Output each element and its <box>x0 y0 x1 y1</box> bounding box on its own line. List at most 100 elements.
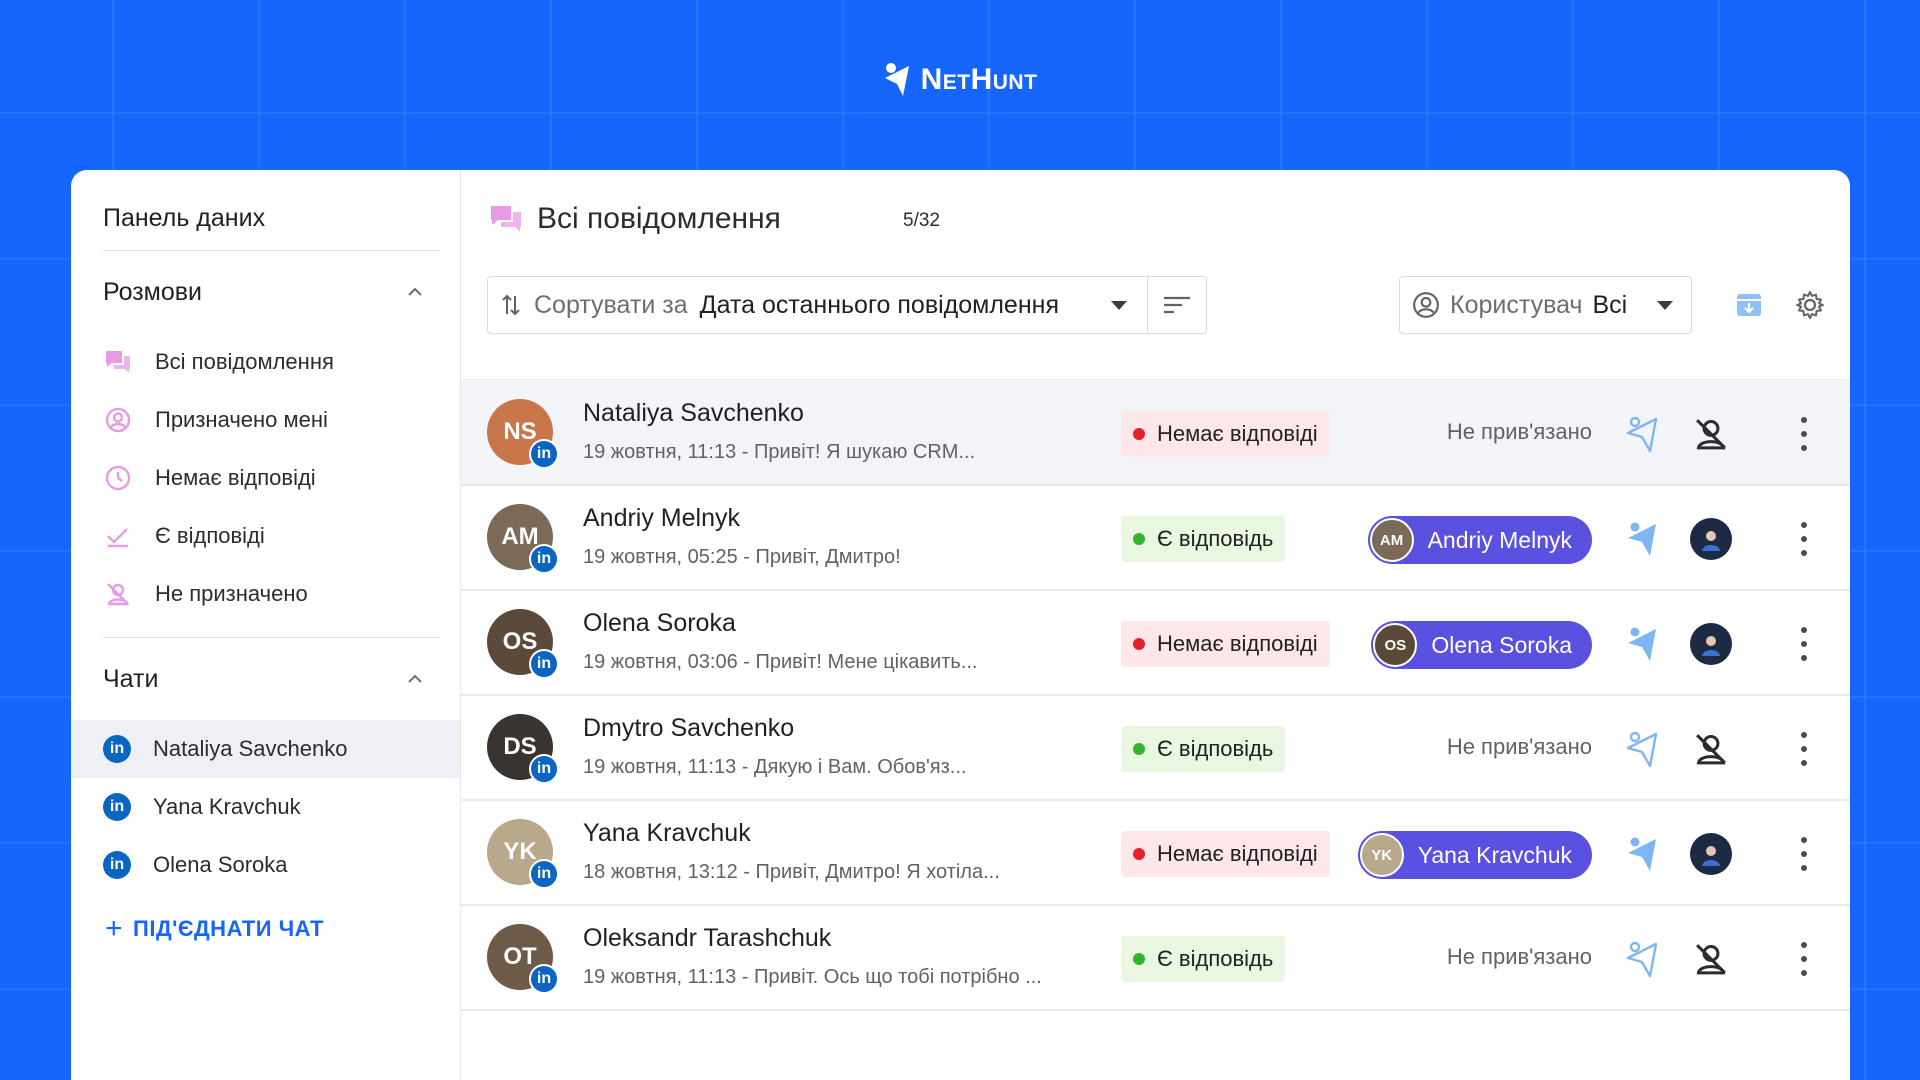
sidebar-chat-yana-kravchuk[interactable]: in Yana Kravchuk <box>71 778 460 836</box>
status-label: Є відповідь <box>1157 736 1274 761</box>
settings-button[interactable] <box>1793 288 1827 322</box>
more-options-icon[interactable] <box>1798 417 1810 451</box>
message-preview: 18 жовтня, 13:12 - Привіт, Дмитро! Я хот… <box>583 861 1000 883</box>
contact-name: Nataliya Savchenko <box>583 399 804 427</box>
person-icon <box>1702 636 1720 656</box>
user-off-icon <box>1696 944 1726 975</box>
chats-section-header[interactable]: Чати <box>71 638 460 720</box>
linkedin-icon: in <box>103 793 131 821</box>
linked-contact-pill[interactable]: AM Andriy Melnyk <box>1367 516 1592 564</box>
archive-download-icon <box>1737 294 1761 316</box>
pill-label: Olena Soroka <box>1431 631 1572 658</box>
status-dot <box>1133 533 1145 545</box>
status-label: Немає відповіді <box>1157 421 1318 446</box>
linkedin-icon: in <box>529 544 559 574</box>
nethunt-logo: NetHunt <box>0 62 1920 98</box>
status-label: Є відповідь <box>1157 526 1274 551</box>
nethunt-link-filled-icon[interactable] <box>1624 518 1662 560</box>
assigned-user-avatar[interactable] <box>1690 623 1732 665</box>
pill-label: Andriy Melnyk <box>1427 526 1572 553</box>
sidebar-item-unassigned[interactable]: Не призначено <box>71 565 460 623</box>
linkedin-icon: in <box>529 439 559 469</box>
caret-down-icon <box>1657 300 1673 310</box>
app-window: Панель даних Розмови Всі повідомлення Пр… <box>71 170 1850 1080</box>
message-count: 5/32 <box>903 210 940 231</box>
user-off-icon <box>1696 734 1726 765</box>
conversation-row[interactable]: AM in Andriy Melnyk 19 жовтня, 05:25 - П… <box>461 486 1850 591</box>
user-filter-value: Всі <box>1592 290 1628 319</box>
linked-contact-pill[interactable]: OS Olena Soroka <box>1371 621 1592 669</box>
conversation-row[interactable]: YK in Yana Kravchuk 18 жовтня, 13:12 - П… <box>461 801 1850 906</box>
archive-download-button[interactable] <box>1732 288 1766 322</box>
message-preview: 19 жовтня, 11:13 - Привіт! Я шукаю CRM..… <box>583 441 976 463</box>
connect-chat-button[interactable]: + ПІД'ЄДНАТИ ЧАТ <box>71 914 460 944</box>
caret-down-icon <box>1111 300 1127 310</box>
sidebar-item-assigned-to-me[interactable]: Призначено мені <box>71 391 460 449</box>
sort-order-button[interactable] <box>1148 295 1206 315</box>
person-icon <box>1702 531 1720 551</box>
conversation-row[interactable]: OS in Olena Soroka 19 жовтня, 03:06 - Пр… <box>461 591 1850 696</box>
assign-user-button[interactable] <box>1690 413 1732 455</box>
sidebar: Панель даних Розмови Всі повідомлення Пр… <box>71 170 461 1080</box>
nethunt-link-filled-icon[interactable] <box>1624 623 1662 665</box>
nethunt-link-filled-icon[interactable] <box>1624 833 1662 875</box>
sidebar-item-label: Не призначено <box>155 581 308 606</box>
sidebar-item-replied[interactable]: Є відповіді <box>71 507 460 565</box>
sidebar-item-label: Olena Soroka <box>153 852 288 877</box>
conversation-row[interactable]: OT in Oleksandr Tarashchuk 19 жовтня, 11… <box>461 906 1850 1011</box>
status-badge: Немає відповіді <box>1121 831 1330 877</box>
status-dot <box>1133 953 1145 965</box>
avatar: AM in <box>487 504 559 574</box>
sidebar-item-label: Призначено мені <box>155 407 328 432</box>
sidebar-item-label: Yana Kravchuk <box>153 794 301 819</box>
conversations-section-header[interactable]: Розмови <box>71 251 460 333</box>
linked-contact-pill[interactable]: YK Yana Kravchuk <box>1357 831 1592 879</box>
more-options-icon[interactable] <box>1798 942 1810 976</box>
status-badge: Немає відповіді <box>1121 621 1330 667</box>
sort-arrows-icon <box>502 294 520 316</box>
message-preview: 19 жовтня, 05:25 - Привіт, Дмитро! <box>583 546 901 568</box>
link-status: Не прив'язано <box>1446 419 1592 444</box>
avatar: NS in <box>487 399 559 469</box>
nethunt-link-outline-icon[interactable] <box>1624 413 1662 455</box>
more-options-icon[interactable] <box>1798 522 1810 556</box>
sort-dropdown[interactable]: Сортувати за Дата останнього повідомленн… <box>488 277 1148 333</box>
status-badge: Є відповідь <box>1121 726 1286 772</box>
nethunt-link-outline-icon[interactable] <box>1624 938 1662 980</box>
chat-bubbles-icon <box>103 347 133 377</box>
sidebar-item-label: Є відповіді <box>155 523 265 548</box>
sort-control: Сортувати за Дата останнього повідомленн… <box>487 276 1207 334</box>
sort-value: Дата останнього повідомлення <box>699 290 1059 319</box>
pill-avatar: YK <box>1359 833 1404 877</box>
gear-icon <box>1796 291 1824 319</box>
assign-user-button[interactable] <box>1690 728 1732 770</box>
status-badge: Немає відповіді <box>1121 411 1330 457</box>
more-options-icon[interactable] <box>1798 732 1810 766</box>
status-badge: Є відповідь <box>1121 936 1286 982</box>
assign-user-button[interactable] <box>1690 938 1732 980</box>
plus-icon: + <box>105 912 124 945</box>
sidebar-chat-nataliya-savchenko[interactable]: in Nataliya Savchenko <box>71 720 460 778</box>
status-dot <box>1133 428 1145 440</box>
sidebar-chat-olena-soroka[interactable]: in Olena Soroka <box>71 836 460 894</box>
user-avatar <box>1690 623 1732 665</box>
dashboard-title[interactable]: Панель даних <box>71 200 460 244</box>
more-options-icon[interactable] <box>1798 627 1810 661</box>
main-panel: Всі повідомлення 5/32 Сортувати за Дата … <box>461 170 1850 1080</box>
chevron-up-icon[interactable] <box>406 670 424 688</box>
assigned-user-avatar[interactable] <box>1690 518 1732 560</box>
contact-name: Dmytro Savchenko <box>583 714 795 742</box>
status-dot <box>1133 743 1145 755</box>
more-options-icon[interactable] <box>1798 837 1810 871</box>
sidebar-item-no-reply[interactable]: Немає відповіді <box>71 449 460 507</box>
nethunt-link-outline-icon[interactable] <box>1624 728 1662 770</box>
conversation-row[interactable]: NS in Nataliya Savchenko 19 жовтня, 11:1… <box>461 381 1850 486</box>
assigned-user-avatar[interactable] <box>1690 833 1732 875</box>
conversation-row[interactable]: DS in Dmytro Savchenko 19 жовтня, 11:13 … <box>461 696 1850 801</box>
section-label: Розмови <box>103 277 202 306</box>
contact-name: Oleksandr Tarashchuk <box>583 924 832 952</box>
user-filter-dropdown[interactable]: Користувач Всі <box>1399 276 1692 334</box>
chevron-up-icon[interactable] <box>406 283 424 301</box>
avatar: OS in <box>487 609 559 679</box>
sidebar-item-all-messages[interactable]: Всі повідомлення <box>71 333 460 391</box>
